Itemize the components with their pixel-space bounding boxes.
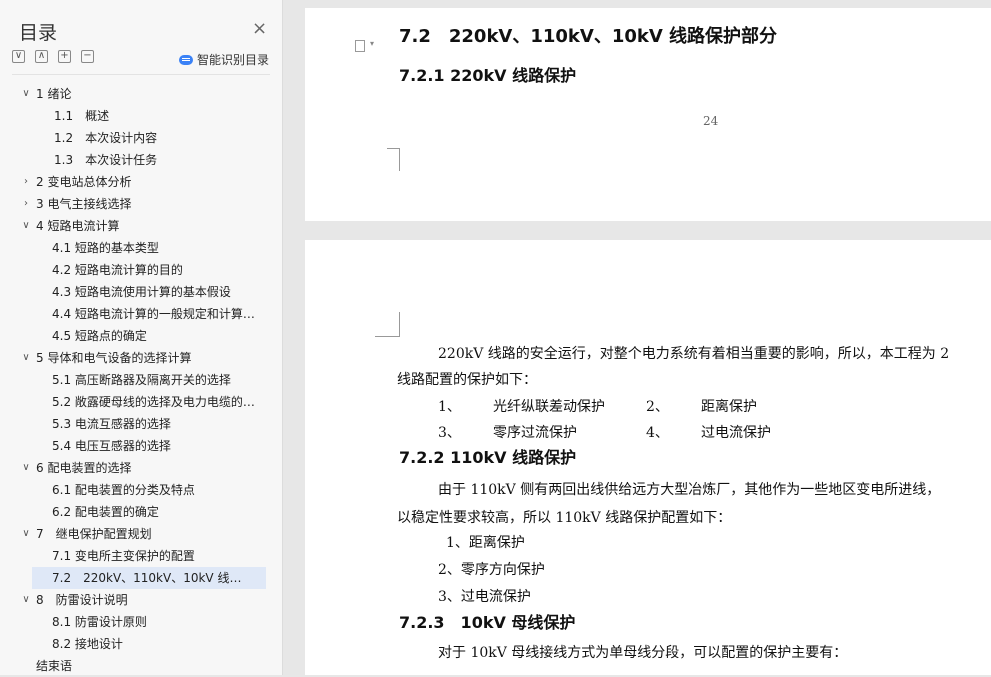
toc-item[interactable]: 5.2 敞露硬母线的选择及电力电缆的选择 bbox=[0, 391, 283, 413]
list-text[interactable]: 零序过流保护 bbox=[493, 422, 577, 442]
chevron-right-icon[interactable]: › bbox=[20, 193, 32, 215]
toc-item[interactable]: ∨ 7 继电保护配置规划 bbox=[0, 523, 283, 545]
toc-item[interactable]: ∨ 8 防雷设计说明 bbox=[0, 589, 283, 611]
paragraph-line[interactable]: 以稳定性要求较高，所以 110kV 线路保护配置如下： bbox=[397, 507, 731, 527]
toc-item[interactable]: 5.4 电压互感器的选择 bbox=[0, 435, 283, 457]
toc-item[interactable]: 4.1 短路的基本类型 bbox=[0, 237, 283, 259]
crop-mark bbox=[375, 312, 400, 337]
toc-item[interactable]: 4.2 短路电流计算的目的 bbox=[0, 259, 283, 281]
toc-item[interactable]: ∨ 4 短路电流计算 bbox=[0, 215, 283, 237]
toc-item[interactable]: 1.2 本次设计内容 bbox=[0, 127, 283, 149]
toc-item[interactable]: ∨ 5 导体和电气设备的选择计算 bbox=[0, 347, 283, 369]
toc-item[interactable]: 结束语 bbox=[0, 655, 283, 677]
list-text[interactable]: 过电流保护 bbox=[701, 422, 771, 442]
chevron-right-icon[interactable]: › bbox=[20, 171, 32, 193]
toc-item[interactable]: 4.3 短路电流使用计算的基本假设 bbox=[0, 281, 283, 303]
list-text[interactable]: 距离保护 bbox=[701, 396, 757, 416]
chevron-down-icon[interactable]: ∨ bbox=[20, 347, 32, 369]
paragraph-line[interactable]: 220kV 线路的安全运行，对整个电力系统有着相当重要的影响，所以，本工程为 2 bbox=[438, 343, 949, 363]
toc-sidebar: 目录 × ∨ ∧ + − 智能识别目录 ∨ 1 绪论 1.1 概述 1.2 本次设… bbox=[0, 0, 283, 675]
toc-list: ∨ 1 绪论 1.1 概述 1.2 本次设计内容 1.3 本次设计任务 › 2 变电… bbox=[0, 83, 283, 677]
toc-item-active[interactable]: 7.2 220kV、110kV、10kV 线路保护部分 bbox=[32, 567, 266, 589]
toc-item[interactable]: › 3 电气主接线选择 bbox=[0, 193, 283, 215]
toc-item[interactable]: › 2 变电站总体分析 bbox=[0, 171, 283, 193]
smart-toc-label: 智能识别目录 bbox=[197, 53, 270, 67]
smart-toc-button[interactable]: 智能识别目录 bbox=[179, 51, 269, 68]
chevron-down-icon[interactable]: ∨ bbox=[20, 215, 32, 237]
toc-item[interactable]: 8.1 防雷设计原则 bbox=[0, 611, 283, 633]
toc-item[interactable]: ∨ 6 配电装置的选择 bbox=[0, 457, 283, 479]
heading-7-2-2[interactable]: 7.2.2 110kV 线路保护 bbox=[399, 444, 576, 468]
toc-item[interactable]: 8.2 接地设计 bbox=[0, 633, 283, 655]
toc-item[interactable]: 4.4 短路电流计算的一般规定和计算方法 bbox=[0, 303, 283, 325]
paragraph-line[interactable]: 由于 110kV 侧有两回出线供给远方大型冶炼厂，其他作为一些地区变电所进线， bbox=[438, 479, 940, 499]
close-icon[interactable]: × bbox=[252, 20, 267, 38]
toc-toolbar: ∨ ∧ + − bbox=[12, 50, 94, 63]
page-number: 24 bbox=[703, 114, 719, 128]
list-number[interactable]: 3、 bbox=[438, 422, 461, 442]
list-text[interactable]: 光纤纵联差动保护 bbox=[493, 396, 605, 416]
add-heading-icon[interactable]: + bbox=[58, 50, 71, 63]
chevron-down-icon[interactable]: ∨ bbox=[20, 589, 32, 611]
remove-heading-icon[interactable]: − bbox=[81, 50, 94, 63]
chevron-down-icon[interactable]: ∨ bbox=[20, 523, 32, 545]
heading-7-2-1[interactable]: 7.2.1 220kV 线路保护 bbox=[399, 62, 576, 86]
heading-7-2-3[interactable]: 7.2.3 10kV 母线保护 bbox=[399, 609, 575, 633]
list-number[interactable]: 1、 bbox=[438, 396, 461, 416]
document-page: 220kV 线路的安全运行，对整个电力系统有着相当重要的影响，所以，本工程为 2… bbox=[305, 240, 991, 675]
list-item[interactable]: 1、距离保护 bbox=[446, 532, 525, 552]
toc-item[interactable]: 6.1 配电装置的分类及特点 bbox=[0, 479, 283, 501]
document-page: 7.2 220kV、110kV、10kV 线路保护部分 7.2.1 220kV … bbox=[305, 8, 991, 221]
paragraph-line[interactable]: 线路配置的保护如下： bbox=[397, 369, 537, 389]
document-area: 7.2 220kV、110kV、10kV 线路保护部分 7.2.1 220kV … bbox=[284, 0, 991, 675]
list-item[interactable]: 3、过电流保护 bbox=[438, 586, 531, 606]
expand-up-icon[interactable]: ∧ bbox=[35, 50, 48, 63]
list-number[interactable]: 2、 bbox=[646, 396, 669, 416]
toc-item[interactable]: ∨ 1 绪论 bbox=[0, 83, 283, 105]
toc-item[interactable]: 7.1 变电所主变保护的配置 bbox=[0, 545, 283, 567]
toc-title: 目录 bbox=[19, 22, 58, 44]
collapse-all-icon[interactable]: ∨ bbox=[12, 50, 25, 63]
crop-mark bbox=[387, 148, 400, 171]
toc-item[interactable]: 6.2 配电装置的确定 bbox=[0, 501, 283, 523]
paragraph-line[interactable]: 对于 10kV 母线接线方式为单母线分段，可以配置的保护主要有： bbox=[438, 642, 847, 662]
chevron-down-icon[interactable]: ∨ bbox=[20, 83, 32, 105]
toc-item[interactable]: 1.1 概述 bbox=[0, 105, 283, 127]
toc-item[interactable]: 5.3 电流互感器的选择 bbox=[0, 413, 283, 435]
toc-item[interactable]: 4.5 短路点的确定 bbox=[0, 325, 283, 347]
toc-divider bbox=[12, 74, 270, 75]
chevron-down-icon[interactable]: ∨ bbox=[20, 457, 32, 479]
heading-7-2[interactable]: 7.2 220kV、110kV、10kV 线路保护部分 bbox=[399, 22, 777, 48]
list-number[interactable]: 4、 bbox=[646, 422, 669, 442]
list-item[interactable]: 2、零序方向保护 bbox=[438, 559, 545, 579]
toc-item[interactable]: 1.3 本次设计任务 bbox=[0, 149, 283, 171]
smart-ai-icon bbox=[179, 54, 193, 65]
document-icon[interactable] bbox=[355, 39, 374, 52]
toc-item[interactable]: 5.1 高压断路器及隔离开关的选择 bbox=[0, 369, 283, 391]
